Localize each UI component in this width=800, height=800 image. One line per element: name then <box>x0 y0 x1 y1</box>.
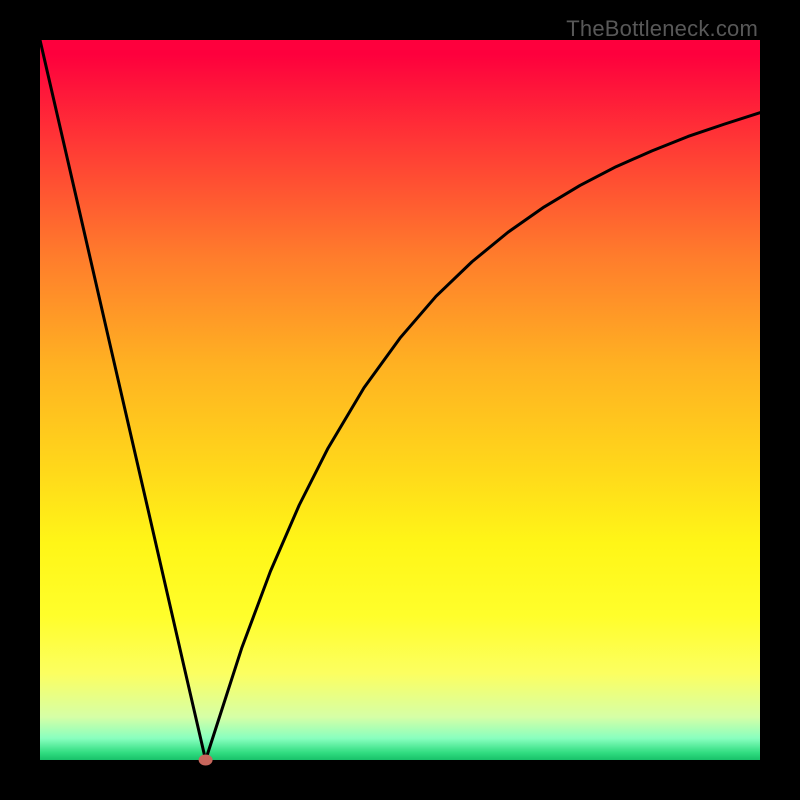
plot-area <box>40 40 760 760</box>
curve-svg <box>40 40 760 760</box>
chart-container: TheBottleneck.com <box>0 0 800 800</box>
watermark-text: TheBottleneck.com <box>566 16 758 42</box>
bottleneck-curve <box>40 40 760 760</box>
optimum-marker <box>199 755 213 766</box>
